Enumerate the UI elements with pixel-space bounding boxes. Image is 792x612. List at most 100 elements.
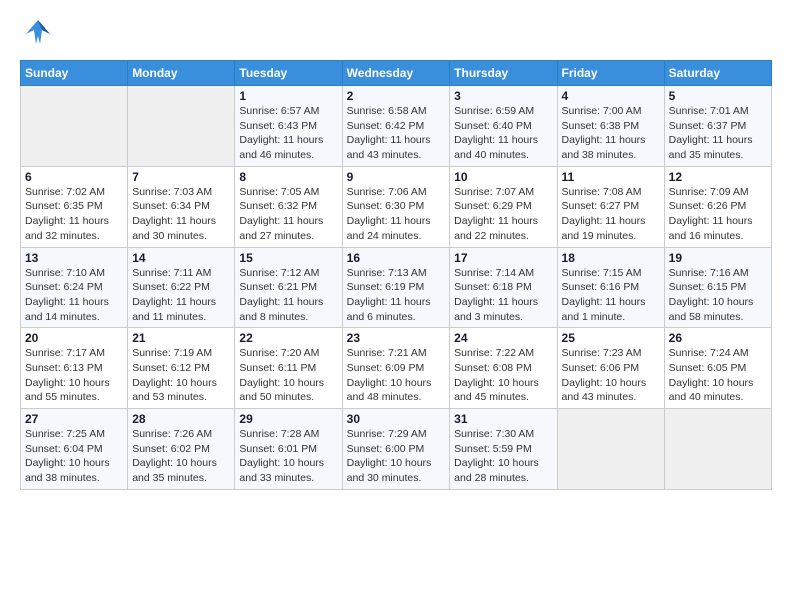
day-number: 17 <box>454 251 552 265</box>
day-info: Sunrise: 7:22 AM Sunset: 6:08 PM Dayligh… <box>454 346 552 405</box>
calendar-cell <box>664 409 771 490</box>
calendar-cell: 28Sunrise: 7:26 AM Sunset: 6:02 PM Dayli… <box>128 409 235 490</box>
day-number: 30 <box>347 412 446 426</box>
day-number: 25 <box>562 331 660 345</box>
calendar-week-row: 13Sunrise: 7:10 AM Sunset: 6:24 PM Dayli… <box>21 247 772 328</box>
calendar-cell: 3Sunrise: 6:59 AM Sunset: 6:40 PM Daylig… <box>450 86 557 167</box>
calendar-cell: 4Sunrise: 7:00 AM Sunset: 6:38 PM Daylig… <box>557 86 664 167</box>
day-number: 6 <box>25 170 123 184</box>
day-info: Sunrise: 7:24 AM Sunset: 6:05 PM Dayligh… <box>669 346 767 405</box>
weekday-header: Friday <box>557 61 664 86</box>
calendar-cell: 6Sunrise: 7:02 AM Sunset: 6:35 PM Daylig… <box>21 166 128 247</box>
calendar-cell: 19Sunrise: 7:16 AM Sunset: 6:15 PM Dayli… <box>664 247 771 328</box>
day-info: Sunrise: 7:19 AM Sunset: 6:12 PM Dayligh… <box>132 346 230 405</box>
day-number: 11 <box>562 170 660 184</box>
day-number: 31 <box>454 412 552 426</box>
day-number: 20 <box>25 331 123 345</box>
day-number: 24 <box>454 331 552 345</box>
day-number: 26 <box>669 331 767 345</box>
day-info: Sunrise: 7:26 AM Sunset: 6:02 PM Dayligh… <box>132 427 230 486</box>
calendar-cell: 25Sunrise: 7:23 AM Sunset: 6:06 PM Dayli… <box>557 328 664 409</box>
calendar-week-row: 20Sunrise: 7:17 AM Sunset: 6:13 PM Dayli… <box>21 328 772 409</box>
day-info: Sunrise: 7:06 AM Sunset: 6:30 PM Dayligh… <box>347 185 446 244</box>
day-info: Sunrise: 7:00 AM Sunset: 6:38 PM Dayligh… <box>562 104 660 163</box>
day-info: Sunrise: 7:05 AM Sunset: 6:32 PM Dayligh… <box>239 185 337 244</box>
day-number: 9 <box>347 170 446 184</box>
day-number: 2 <box>347 89 446 103</box>
weekday-header: Wednesday <box>342 61 450 86</box>
calendar-cell: 10Sunrise: 7:07 AM Sunset: 6:29 PM Dayli… <box>450 166 557 247</box>
weekday-header: Thursday <box>450 61 557 86</box>
day-info: Sunrise: 7:09 AM Sunset: 6:26 PM Dayligh… <box>669 185 767 244</box>
day-info: Sunrise: 7:03 AM Sunset: 6:34 PM Dayligh… <box>132 185 230 244</box>
calendar-cell: 29Sunrise: 7:28 AM Sunset: 6:01 PM Dayli… <box>235 409 342 490</box>
page-header <box>20 16 772 52</box>
day-info: Sunrise: 6:57 AM Sunset: 6:43 PM Dayligh… <box>239 104 337 163</box>
calendar-week-row: 27Sunrise: 7:25 AM Sunset: 6:04 PM Dayli… <box>21 409 772 490</box>
calendar-cell: 15Sunrise: 7:12 AM Sunset: 6:21 PM Dayli… <box>235 247 342 328</box>
calendar-cell: 1Sunrise: 6:57 AM Sunset: 6:43 PM Daylig… <box>235 86 342 167</box>
calendar-week-row: 1Sunrise: 6:57 AM Sunset: 6:43 PM Daylig… <box>21 86 772 167</box>
calendar-cell: 11Sunrise: 7:08 AM Sunset: 6:27 PM Dayli… <box>557 166 664 247</box>
calendar-cell: 22Sunrise: 7:20 AM Sunset: 6:11 PM Dayli… <box>235 328 342 409</box>
day-info: Sunrise: 7:14 AM Sunset: 6:18 PM Dayligh… <box>454 266 552 325</box>
weekday-header-row: SundayMondayTuesdayWednesdayThursdayFrid… <box>21 61 772 86</box>
calendar-cell: 9Sunrise: 7:06 AM Sunset: 6:30 PM Daylig… <box>342 166 450 247</box>
day-number: 19 <box>669 251 767 265</box>
day-number: 1 <box>239 89 337 103</box>
calendar-cell: 14Sunrise: 7:11 AM Sunset: 6:22 PM Dayli… <box>128 247 235 328</box>
day-number: 4 <box>562 89 660 103</box>
day-info: Sunrise: 7:12 AM Sunset: 6:21 PM Dayligh… <box>239 266 337 325</box>
day-number: 27 <box>25 412 123 426</box>
calendar-cell: 31Sunrise: 7:30 AM Sunset: 5:59 PM Dayli… <box>450 409 557 490</box>
day-info: Sunrise: 7:15 AM Sunset: 6:16 PM Dayligh… <box>562 266 660 325</box>
day-info: Sunrise: 7:28 AM Sunset: 6:01 PM Dayligh… <box>239 427 337 486</box>
day-number: 23 <box>347 331 446 345</box>
day-info: Sunrise: 7:30 AM Sunset: 5:59 PM Dayligh… <box>454 427 552 486</box>
calendar-cell: 18Sunrise: 7:15 AM Sunset: 6:16 PM Dayli… <box>557 247 664 328</box>
day-info: Sunrise: 7:08 AM Sunset: 6:27 PM Dayligh… <box>562 185 660 244</box>
calendar-cell <box>128 86 235 167</box>
day-number: 29 <box>239 412 337 426</box>
calendar-cell: 17Sunrise: 7:14 AM Sunset: 6:18 PM Dayli… <box>450 247 557 328</box>
day-info: Sunrise: 7:01 AM Sunset: 6:37 PM Dayligh… <box>669 104 767 163</box>
calendar-cell: 24Sunrise: 7:22 AM Sunset: 6:08 PM Dayli… <box>450 328 557 409</box>
logo-icon <box>20 16 56 52</box>
weekday-header: Tuesday <box>235 61 342 86</box>
calendar-cell: 5Sunrise: 7:01 AM Sunset: 6:37 PM Daylig… <box>664 86 771 167</box>
calendar-cell: 7Sunrise: 7:03 AM Sunset: 6:34 PM Daylig… <box>128 166 235 247</box>
weekday-header: Saturday <box>664 61 771 86</box>
day-info: Sunrise: 7:29 AM Sunset: 6:00 PM Dayligh… <box>347 427 446 486</box>
calendar-table: SundayMondayTuesdayWednesdayThursdayFrid… <box>20 60 772 490</box>
day-info: Sunrise: 7:13 AM Sunset: 6:19 PM Dayligh… <box>347 266 446 325</box>
day-number: 14 <box>132 251 230 265</box>
day-number: 21 <box>132 331 230 345</box>
day-number: 8 <box>239 170 337 184</box>
day-info: Sunrise: 7:23 AM Sunset: 6:06 PM Dayligh… <box>562 346 660 405</box>
day-info: Sunrise: 7:21 AM Sunset: 6:09 PM Dayligh… <box>347 346 446 405</box>
logo <box>20 16 62 52</box>
day-info: Sunrise: 7:02 AM Sunset: 6:35 PM Dayligh… <box>25 185 123 244</box>
day-number: 18 <box>562 251 660 265</box>
day-number: 3 <box>454 89 552 103</box>
day-info: Sunrise: 7:16 AM Sunset: 6:15 PM Dayligh… <box>669 266 767 325</box>
calendar-week-row: 6Sunrise: 7:02 AM Sunset: 6:35 PM Daylig… <box>21 166 772 247</box>
calendar-cell: 13Sunrise: 7:10 AM Sunset: 6:24 PM Dayli… <box>21 247 128 328</box>
day-info: Sunrise: 7:10 AM Sunset: 6:24 PM Dayligh… <box>25 266 123 325</box>
calendar-cell: 30Sunrise: 7:29 AM Sunset: 6:00 PM Dayli… <box>342 409 450 490</box>
weekday-header: Sunday <box>21 61 128 86</box>
day-number: 22 <box>239 331 337 345</box>
calendar-cell <box>21 86 128 167</box>
calendar-cell: 20Sunrise: 7:17 AM Sunset: 6:13 PM Dayli… <box>21 328 128 409</box>
calendar-cell: 26Sunrise: 7:24 AM Sunset: 6:05 PM Dayli… <box>664 328 771 409</box>
day-number: 15 <box>239 251 337 265</box>
day-number: 12 <box>669 170 767 184</box>
day-number: 13 <box>25 251 123 265</box>
calendar-cell: 27Sunrise: 7:25 AM Sunset: 6:04 PM Dayli… <box>21 409 128 490</box>
day-info: Sunrise: 7:25 AM Sunset: 6:04 PM Dayligh… <box>25 427 123 486</box>
day-info: Sunrise: 7:11 AM Sunset: 6:22 PM Dayligh… <box>132 266 230 325</box>
calendar-cell: 12Sunrise: 7:09 AM Sunset: 6:26 PM Dayli… <box>664 166 771 247</box>
calendar-cell: 16Sunrise: 7:13 AM Sunset: 6:19 PM Dayli… <box>342 247 450 328</box>
calendar-cell: 2Sunrise: 6:58 AM Sunset: 6:42 PM Daylig… <box>342 86 450 167</box>
day-number: 7 <box>132 170 230 184</box>
